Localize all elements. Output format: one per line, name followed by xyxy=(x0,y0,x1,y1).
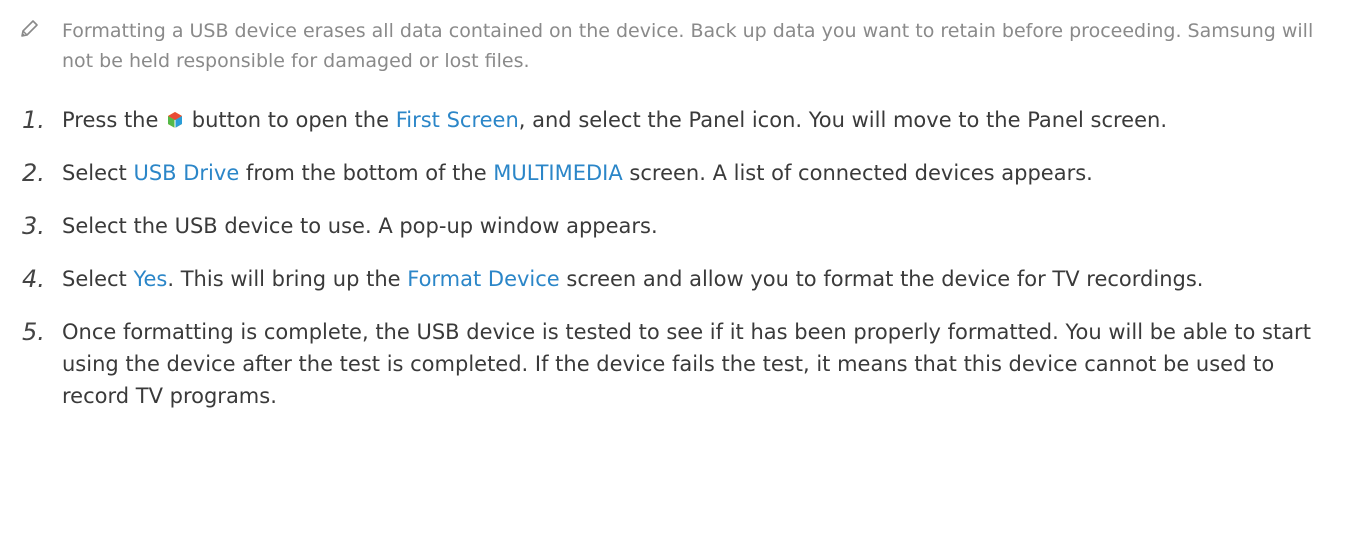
step-text: screen and allow you to format the devic… xyxy=(559,267,1204,291)
step-text: from the bottom of the xyxy=(239,161,494,185)
format-device-keyword: Format Device xyxy=(407,267,560,291)
step-number: 5. xyxy=(22,318,45,346)
first-screen-keyword: First Screen xyxy=(395,108,519,132)
step-text: Select the USB device to use. A pop-up w… xyxy=(62,214,658,238)
multimedia-keyword: MULTIMEDIA xyxy=(493,161,623,185)
note-text: Formatting a USB device erases all data … xyxy=(62,20,1314,72)
step-text: . This will bring up the xyxy=(167,267,408,291)
note-block: Formatting a USB device erases all data … xyxy=(18,16,1338,76)
yes-keyword: Yes xyxy=(133,267,168,291)
step-text: Once formatting is complete, the USB dev… xyxy=(62,320,1311,408)
step-text: Select xyxy=(62,267,134,291)
smart-hub-icon xyxy=(168,112,183,128)
manual-page: Formatting a USB device erases all data … xyxy=(0,0,1366,557)
step-item: 5. Once formatting is complete, the USB … xyxy=(0,316,1366,412)
step-text: screen. A list of connected devices appe… xyxy=(622,161,1093,185)
step-number: 4. xyxy=(22,265,45,293)
step-number: 3. xyxy=(22,212,45,240)
step-text: Press the xyxy=(62,108,166,132)
steps-list: 1. Press the button to open the First Sc… xyxy=(0,104,1366,433)
step-item: 3. Select the USB device to use. A pop-u… xyxy=(0,210,1366,242)
step-item: 2. Select USB Drive from the bottom of t… xyxy=(0,157,1366,189)
usb-drive-keyword: USB Drive xyxy=(133,161,240,185)
step-item: 1. Press the button to open the First Sc… xyxy=(0,104,1366,136)
step-item: 4. Select Yes. This will bring up the Fo… xyxy=(0,263,1366,295)
step-text: Select xyxy=(62,161,134,185)
step-number: 2. xyxy=(22,159,45,187)
step-text: button to open the xyxy=(185,108,396,132)
pencil-icon xyxy=(21,20,38,37)
step-number: 1. xyxy=(22,106,45,134)
step-text: , and select the Panel icon. You will mo… xyxy=(518,108,1168,132)
